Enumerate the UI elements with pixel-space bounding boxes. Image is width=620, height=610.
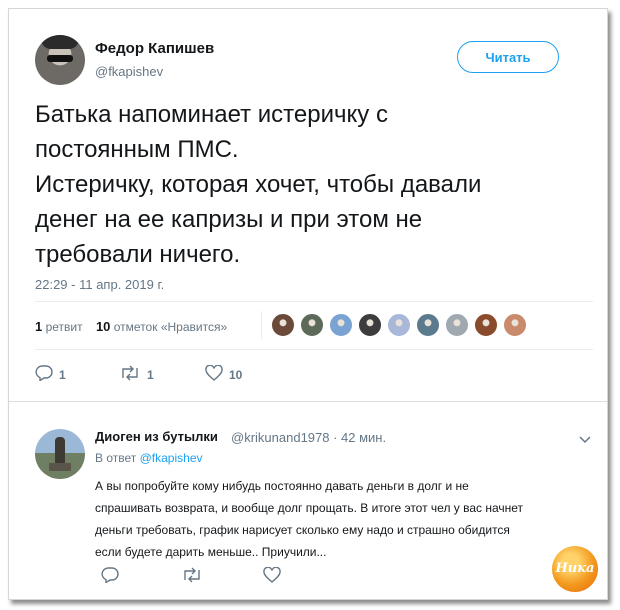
reply-text: А вы попробуйте кому нибудь постоянно да… <box>95 475 585 563</box>
reply-to-prefix: В ответ <box>95 451 137 465</box>
reply-meta[interactable]: @krikunand1978 · 42 мин. <box>231 430 386 445</box>
heart-icon <box>205 364 223 384</box>
divider <box>9 401 607 402</box>
reply-text-line: деньги требовать, график нарисует скольк… <box>95 523 510 537</box>
reply-text-line: если будете дарить меньше.. Приучили... <box>95 545 327 559</box>
retweet-icon <box>119 365 141 384</box>
retweet-count: 1 <box>147 367 154 382</box>
tweet-text: Батька напоминает истеричку с постоянным… <box>35 97 585 272</box>
liker-avatar[interactable] <box>271 313 295 337</box>
follow-button[interactable]: Читать <box>457 41 559 73</box>
tweet-text-line: Истеричку, которая хочет, чтобы давали <box>35 171 482 198</box>
chevron-down-icon[interactable] <box>579 431 591 449</box>
author-avatar[interactable] <box>35 35 85 85</box>
reply-author-avatar[interactable] <box>35 429 85 479</box>
reply-author-name[interactable]: Диоген из бутылки <box>95 429 218 444</box>
like-action[interactable]: 10 <box>205 364 243 384</box>
liker-avatar[interactable] <box>329 313 353 337</box>
reply-to-mention[interactable]: @fkapishev <box>140 451 203 465</box>
likes-count: 10 <box>95 319 111 334</box>
reply-action[interactable]: 1 <box>35 365 66 384</box>
reply-text-line: А вы попробуйте кому нибудь постоянно да… <box>95 479 469 493</box>
reply-icon[interactable] <box>101 567 119 588</box>
reply-icon <box>35 365 53 384</box>
tweet-stats: 1 ретвит 10 отметок «Нравится» <box>35 319 227 334</box>
heart-icon[interactable] <box>263 566 281 588</box>
divider <box>35 349 593 350</box>
tweet-text-line: постоянным ПМС. <box>35 136 239 163</box>
liker-avatar[interactable] <box>474 313 498 337</box>
like-count: 10 <box>229 367 243 382</box>
reply-count: 1 <box>59 367 66 382</box>
tweet-timestamp[interactable]: 22:29 - 11 апр. 2019 г. <box>35 277 164 292</box>
retweet-action[interactable]: 1 <box>119 365 154 384</box>
retweets-label: ретвит <box>45 320 83 334</box>
likes-label: отметок «Нравится» <box>113 320 228 334</box>
liker-avatar[interactable] <box>445 313 469 337</box>
retweets-count: 1 <box>35 319 43 334</box>
liker-avatar[interactable] <box>387 313 411 337</box>
stats-divider <box>261 311 262 339</box>
reply-text-line: спрашивать возврата, и вообще долг проща… <box>95 501 524 515</box>
tweet-text-line: денег на ее капризы и при этом не <box>35 206 423 233</box>
retweet-icon[interactable] <box>181 567 203 588</box>
watermark-logo: Ника <box>552 546 598 592</box>
author-name[interactable]: Федор Капишев <box>95 40 214 57</box>
reply-to: В ответ @fkapishev <box>95 451 203 465</box>
tweet-card: Федор Капишев @fkapishev Читать Батька н… <box>8 8 608 600</box>
liker-avatar[interactable] <box>416 313 440 337</box>
author-handle[interactable]: @fkapishev <box>95 64 163 79</box>
liker-avatar[interactable] <box>300 313 324 337</box>
tweet-text-line: требовали ничего. <box>35 241 241 268</box>
retweets-stat[interactable]: 1 ретвит <box>35 319 83 334</box>
divider <box>35 301 593 302</box>
likes-stat[interactable]: 10 отметок «Нравится» <box>95 319 228 334</box>
liker-avatar[interactable] <box>503 313 527 337</box>
tweet-text-line: Батька напоминает истеричку с <box>35 101 388 128</box>
liker-avatar[interactable] <box>358 313 382 337</box>
